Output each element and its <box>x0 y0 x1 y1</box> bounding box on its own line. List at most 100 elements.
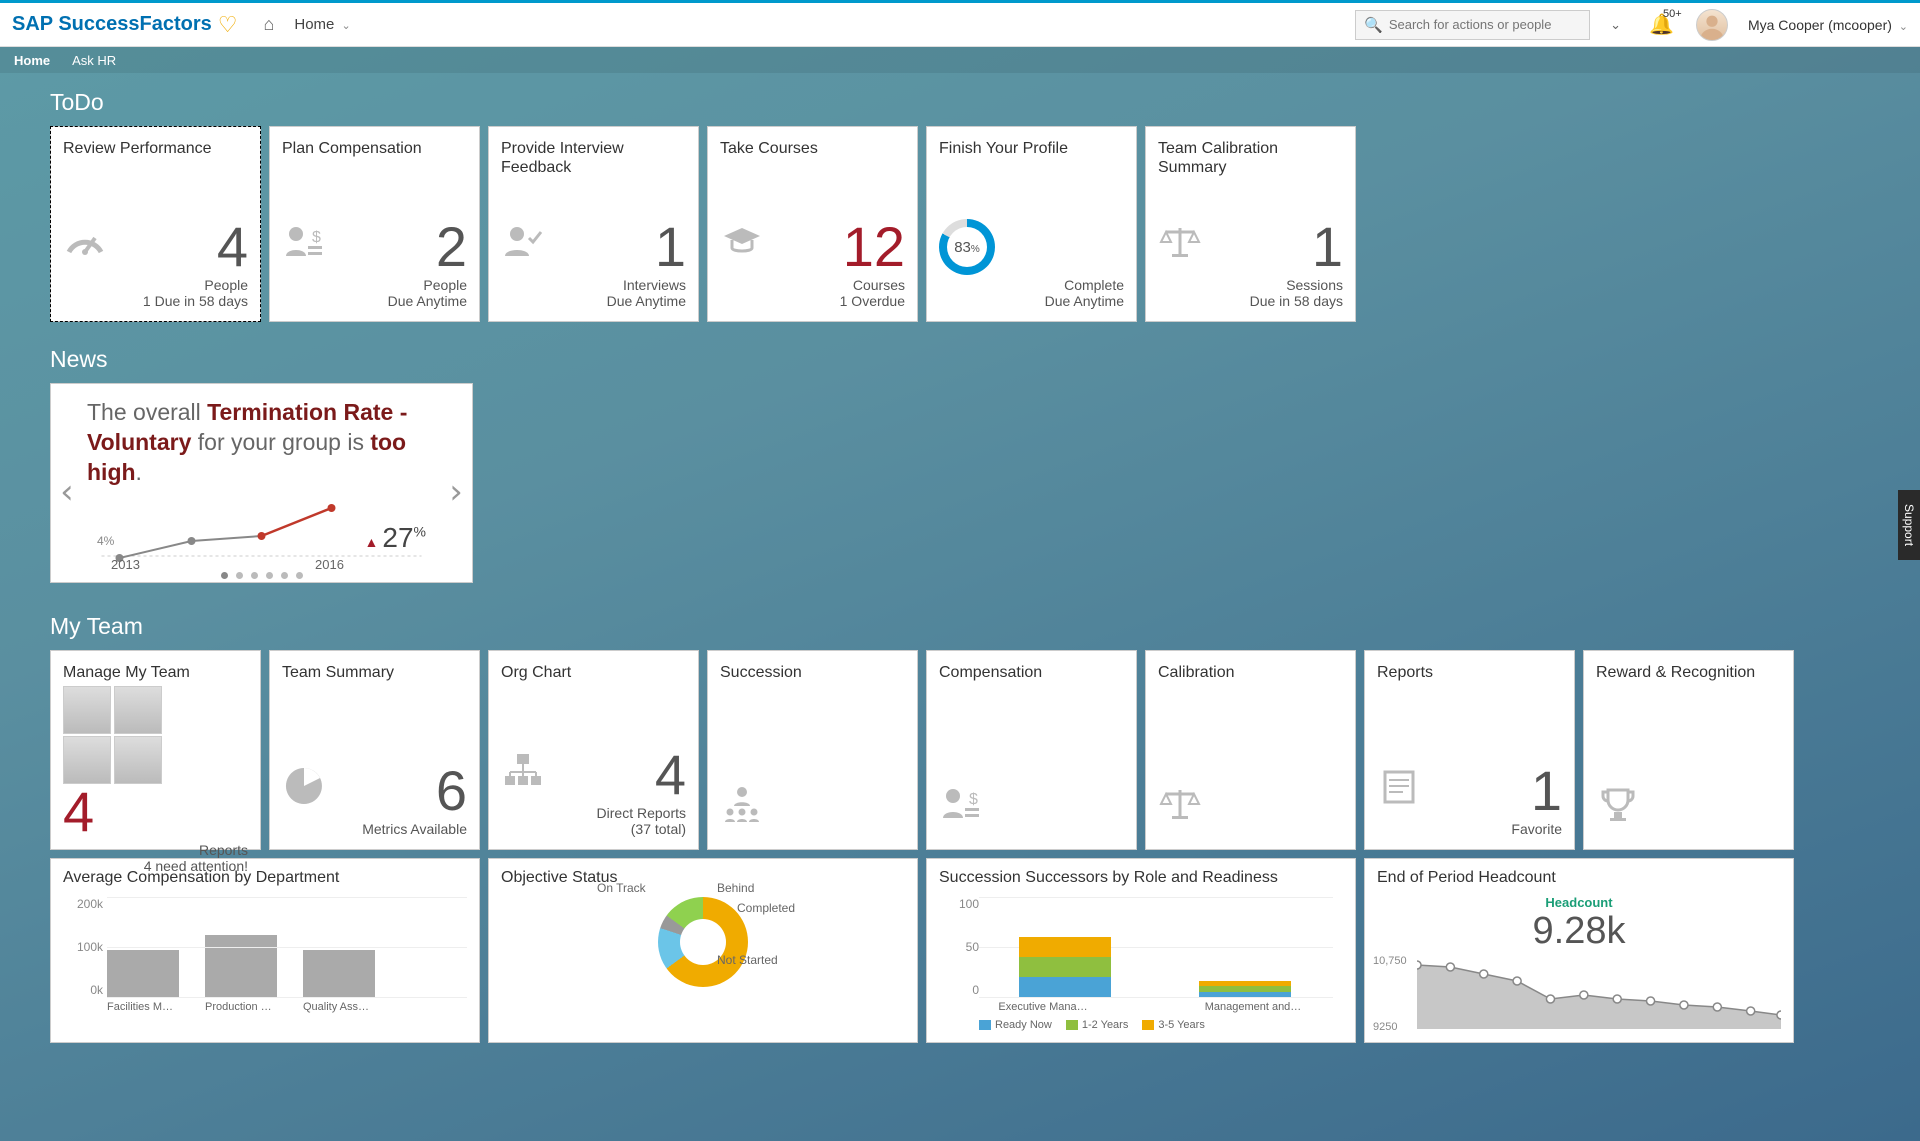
tile-count: 2 <box>436 219 467 275</box>
tile[interactable]: Succession <box>707 650 918 850</box>
tile-count: 4 <box>217 219 248 275</box>
tile-title: Team Calibration Summary <box>1158 139 1343 177</box>
tile[interactable]: Reports1Favorite <box>1364 650 1575 850</box>
tile[interactable]: Review Performance4People1 Due in 58 day… <box>50 126 261 322</box>
team-tiles: Manage My Team4Reports4 need attention!T… <box>50 650 1848 850</box>
progress-donut: 83% <box>939 219 995 275</box>
tile-unit: Sessions <box>1158 277 1343 293</box>
tile[interactable]: Team Summary6Metrics Available <box>269 650 480 850</box>
tile-subtext: Due Anytime <box>282 293 467 309</box>
dot-icon[interactable] <box>266 572 273 579</box>
news-prev-icon[interactable]: ‹ <box>57 472 77 512</box>
tile[interactable]: Provide Interview Feedback 1 InterviewsDue… <box>488 126 699 322</box>
tile-title: Provide Interview Feedback <box>501 139 686 177</box>
support-tab[interactable]: Support <box>1898 490 1920 560</box>
tile-unit: Metrics Available <box>282 821 467 837</box>
news-chart-startyear: 2013 <box>111 557 140 572</box>
user-menu[interactable]: Mya Cooper (mcooper) ⌄ <box>1748 17 1908 33</box>
chart-objective-status[interactable]: Objective Status On Track Behind Complet… <box>488 858 918 1043</box>
search-dropdown[interactable]: ⌄ <box>1602 17 1629 33</box>
tile[interactable]: Org Chart4Direct Reports(37 total) <box>488 650 699 850</box>
news-chart-endyear: 2016 <box>315 557 344 572</box>
nav-home[interactable]: Home <box>14 53 50 68</box>
tile-title: Reward & Recognition <box>1596 663 1781 682</box>
chart-title: Objective Status <box>501 869 905 887</box>
tile-unit: Interviews <box>501 277 686 293</box>
person-check-icon <box>501 220 545 275</box>
notification-bell-icon[interactable]: 🔔50+ <box>1649 12 1674 37</box>
search-input[interactable] <box>1389 17 1581 32</box>
tile[interactable]: Plan Compensation$2PeopleDue Anytime <box>269 126 480 322</box>
dot-icon[interactable] <box>236 572 243 579</box>
chart-title: End of Period Headcount <box>1377 869 1781 887</box>
chart-avg-comp[interactable]: Average Compensation by Department 200k1… <box>50 858 480 1043</box>
tile[interactable]: Manage My Team4Reports4 need attention! <box>50 650 261 850</box>
tile-unit: Direct Reports <box>501 805 686 821</box>
tile[interactable]: Team Calibration Summary 1 SessionsDue in … <box>1145 126 1356 322</box>
tile-title: Reports <box>1377 663 1562 682</box>
dot-icon[interactable] <box>221 572 228 579</box>
tile-count: 1 <box>1531 763 1562 819</box>
user-avatar[interactable] <box>1696 9 1728 41</box>
team-faces <box>63 686 163 784</box>
chevron-down-icon: ⌄ <box>342 20 351 32</box>
sub-nav: Home Ask HR <box>0 47 1920 73</box>
news-pct-value: 27 <box>382 522 413 553</box>
tile-count: 4 <box>655 747 686 803</box>
news-percent: ▲27% <box>365 522 426 554</box>
tile-title: Finish Your Profile <box>939 139 1124 158</box>
dot-icon[interactable] <box>281 572 288 579</box>
user-name: Mya Cooper (mcooper) <box>1748 17 1892 33</box>
news-next-icon[interactable]: › <box>446 472 466 512</box>
tile[interactable]: Reward & Recognition <box>1583 650 1794 850</box>
area-chart: 10,750 9250 <box>1417 959 1781 1029</box>
scales-icon <box>1158 220 1202 275</box>
tile-title: Review Performance <box>63 139 248 158</box>
search-box[interactable]: 🔍 <box>1355 10 1590 40</box>
tile[interactable]: Take Courses12Courses1 Overdue <box>707 126 918 322</box>
content-scroll[interactable]: ToDo Review Performance4People1 Due in 5… <box>0 73 1898 1141</box>
svg-text:$: $ <box>312 229 321 246</box>
scales-icon <box>1158 782 1202 837</box>
tile-subtext: 1 Overdue <box>720 293 905 309</box>
tile-count: 1 <box>1312 219 1343 275</box>
dot-icon[interactable] <box>296 572 303 579</box>
legend: Ready Now 1-2 Years 3-5 Years <box>979 1019 1343 1031</box>
trophy-icon <box>1596 782 1640 837</box>
main-area: Home Ask HR ToDo Review Performance4Peop… <box>0 47 1920 1141</box>
svg-text:$: $ <box>969 791 978 808</box>
news-paginator[interactable] <box>67 572 456 579</box>
nav-ask-hr[interactable]: Ask HR <box>72 53 116 68</box>
pie-icon <box>282 764 326 819</box>
search-icon: 🔍 <box>1364 16 1383 34</box>
home-dropdown[interactable]: Home ⌄ <box>294 16 350 33</box>
logo-text: SAP SuccessFactors <box>12 13 212 36</box>
stacked-bar-chart: 100500 <box>979 897 1333 997</box>
chart-headcount[interactable]: End of Period Headcount Headcount 9.28k … <box>1364 858 1794 1043</box>
x-axis: Facilities Mai… Production US … Quality … <box>107 1001 467 1013</box>
section-title-myteam: My Team <box>50 613 1848 640</box>
tile-subtext: Due in 58 days <box>1158 293 1343 309</box>
tile[interactable]: Calibration <box>1145 650 1356 850</box>
news-chart-startval: 4% <box>97 534 114 548</box>
tile[interactable]: Finish Your Profile83%CompleteDue Anytim… <box>926 126 1137 322</box>
tile-unit: People <box>282 277 467 293</box>
headcount-label: Headcount <box>1377 895 1781 910</box>
tile-count: 1 <box>655 219 686 275</box>
tile-title: Compensation <box>939 663 1124 682</box>
tile-unit: People <box>63 277 248 293</box>
home-icon[interactable]: ⌂ <box>263 14 274 35</box>
tile[interactable]: Compensation $ <box>926 650 1137 850</box>
chart-succession[interactable]: Succession Successors by Role and Readin… <box>926 858 1356 1043</box>
notification-count: 50+ <box>1663 8 1682 20</box>
chevron-down-icon: ⌄ <box>1899 21 1908 33</box>
news-text: . <box>136 459 142 485</box>
tile-subtext: Due Anytime <box>501 293 686 309</box>
tile-title: Team Summary <box>282 663 467 682</box>
news-line-chart: 4% 2013 2016 ▲27% <box>97 496 426 566</box>
dot-icon[interactable] <box>251 572 258 579</box>
gauge-icon <box>63 220 107 275</box>
stacked-bar <box>1199 981 1291 997</box>
news-card[interactable]: ‹ › The overall Termination Rate - Volun… <box>50 383 473 583</box>
x-axis: Executive Mana… Management and… <box>983 1001 1343 1013</box>
